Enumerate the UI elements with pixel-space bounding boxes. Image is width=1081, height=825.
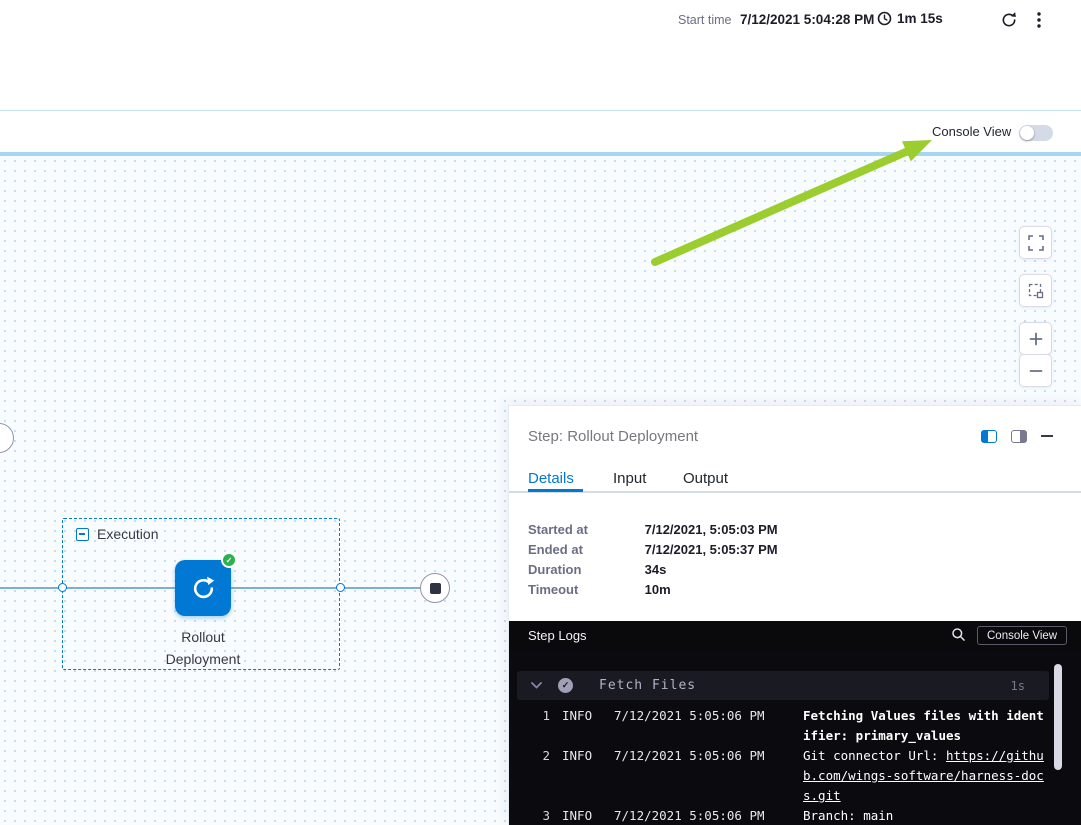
step-details-panel: Step: Rollout Deployment Details Input O… — [508, 405, 1081, 825]
pipeline-execution-screen: Start time 7/12/2021 5:04:28 PM 1m 15s C… — [0, 0, 1081, 825]
log-line: 2 INFO 7/12/2021 5:05:06 PM Git connecto… — [537, 746, 1051, 806]
active-tab-underline — [528, 489, 583, 492]
logs-console-view-button[interactable]: Console View — [977, 626, 1067, 645]
log-message-prefix: Git connector Url: — [803, 748, 946, 763]
log-level: INFO — [562, 706, 600, 746]
log-section-duration: 1s — [1011, 679, 1025, 693]
log-message: Git connector Url: https://github.com/wi… — [803, 746, 1051, 806]
search-icon — [951, 627, 966, 642]
view-toolbar: Console View — [0, 111, 1081, 152]
rollback-refresh-icon — [190, 575, 217, 602]
marquee-select-icon — [1028, 283, 1044, 299]
clock-icon — [877, 11, 892, 26]
detail-value: 34s — [645, 562, 667, 577]
detail-label: Ended at — [528, 542, 641, 557]
minimize-icon — [1041, 435, 1053, 437]
zoom-out-button[interactable] — [1019, 354, 1052, 387]
step-logs-title: Step Logs — [528, 621, 587, 650]
tab-input[interactable]: Input — [613, 470, 646, 487]
topbar: Start time 7/12/2021 5:04:28 PM 1m 15s — [0, 0, 1081, 110]
elapsed-time-value: 1m 15s — [897, 11, 943, 26]
marquee-select-button[interactable] — [1019, 274, 1052, 307]
refresh-button[interactable] — [996, 7, 1022, 33]
zoom-in-button[interactable] — [1019, 322, 1052, 355]
execution-group-label: Execution — [97, 526, 158, 542]
log-search-button[interactable] — [949, 627, 967, 645]
log-timestamp: 7/12/2021 5:05:06 PM — [614, 706, 766, 746]
rollout-deployment-step-node[interactable] — [175, 560, 231, 616]
log-message: Branch: main — [803, 806, 1051, 825]
dock-right-fill — [1020, 431, 1026, 442]
fullscreen-icon — [1028, 235, 1044, 251]
minimize-panel-button[interactable] — [1039, 428, 1055, 444]
fullscreen-button[interactable] — [1019, 226, 1052, 259]
tab-output[interactable]: Output — [683, 470, 728, 487]
kebab-icon — [1037, 12, 1041, 28]
stop-icon — [430, 583, 441, 594]
step-node-caption: Rollout Deployment — [142, 626, 264, 670]
step-logs-bar: Step Logs Console View — [509, 621, 1081, 650]
chevron-down-icon — [531, 682, 542, 689]
tab-details[interactable]: Details — [528, 470, 574, 487]
log-line-number: 2 — [537, 746, 550, 806]
stage-start-node[interactable] — [0, 423, 14, 453]
detail-label: Timeout — [528, 582, 641, 597]
plus-icon — [1029, 332, 1043, 346]
section-success-icon: ✓ — [558, 678, 573, 693]
log-level: INFO — [562, 746, 600, 806]
log-console: ✓ Fetch Files 1s 1 INFO 7/12/2021 5:05:0… — [509, 650, 1081, 825]
log-line: 1 INFO 7/12/2021 5:05:06 PM Fetching Val… — [537, 706, 1051, 746]
detail-row: Duration 34s — [528, 562, 666, 577]
panel-title: Step: Rollout Deployment — [528, 428, 698, 445]
dock-left-icon[interactable] — [981, 430, 997, 443]
log-section-name: Fetch Files — [599, 678, 696, 693]
check-icon: ✓ — [226, 556, 233, 565]
log-level: INFO — [562, 806, 600, 825]
detail-value: 7/12/2021, 5:05:03 PM — [645, 522, 778, 537]
detail-value: 7/12/2021, 5:05:37 PM — [645, 542, 778, 557]
elapsed-time: 1m 15s — [877, 11, 943, 26]
detail-row: Timeout 10m — [528, 582, 671, 597]
toggle-knob — [1020, 126, 1034, 140]
detail-value: 10m — [645, 582, 671, 597]
console-view-toggle[interactable] — [1019, 125, 1053, 141]
dock-right-icon[interactable] — [1011, 430, 1027, 443]
log-message: Fetching Values files with identifier: p… — [803, 706, 1051, 746]
log-line-number: 3 — [537, 806, 550, 825]
dock-left-fill — [982, 431, 988, 442]
kebab-menu-button[interactable] — [1026, 7, 1052, 33]
log-section-header[interactable]: ✓ Fetch Files 1s — [517, 671, 1049, 700]
start-time-label: Start time — [678, 13, 732, 27]
detail-label: Started at — [528, 522, 641, 537]
detail-label: Duration — [528, 562, 641, 577]
minus-icon — [1029, 364, 1043, 378]
log-rows: 1 INFO 7/12/2021 5:05:06 PM Fetching Val… — [509, 706, 1081, 825]
collapse-icon[interactable] — [76, 528, 89, 541]
connector-dot-right — [336, 583, 345, 592]
detail-row: Ended at 7/12/2021, 5:05:37 PM — [528, 542, 778, 557]
start-time-value: 7/12/2021 5:04:28 PM — [740, 12, 874, 27]
stage-end-node[interactable] — [420, 573, 450, 603]
execution-group-header[interactable]: Execution — [76, 526, 158, 542]
check-icon: ✓ — [562, 680, 570, 691]
log-line: 3 INFO 7/12/2021 5:05:06 PM Branch: main — [537, 806, 1051, 825]
refresh-icon — [1000, 11, 1018, 29]
console-view-label: Console View — [932, 124, 1011, 139]
connector-dot-left — [58, 583, 67, 592]
step-success-badge: ✓ — [221, 552, 237, 568]
log-timestamp: 7/12/2021 5:05:06 PM — [614, 806, 766, 825]
log-timestamp: 7/12/2021 5:05:06 PM — [614, 746, 766, 806]
log-scrollbar[interactable] — [1054, 664, 1062, 770]
log-line-number: 1 — [537, 706, 550, 746]
tab-divider — [509, 491, 1081, 493]
detail-row: Started at 7/12/2021, 5:05:03 PM — [528, 522, 778, 537]
